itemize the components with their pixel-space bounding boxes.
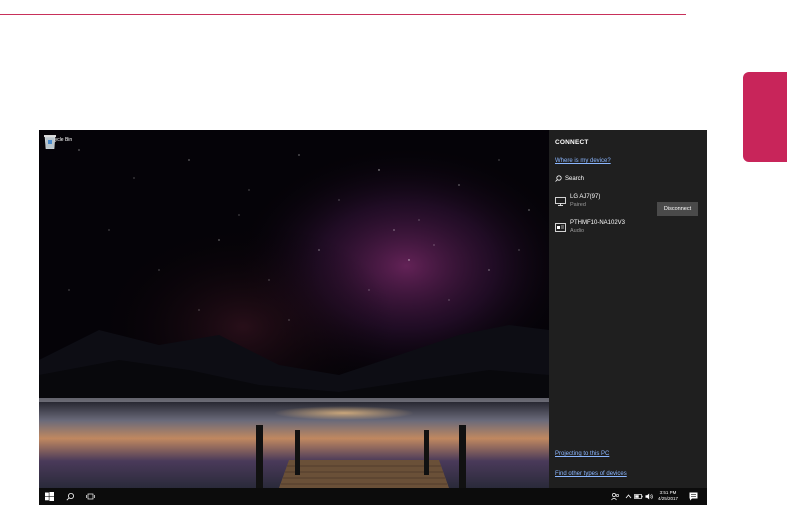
task-view-icon[interactable] bbox=[86, 492, 95, 501]
device-name: PTHMF10-NA102V3 bbox=[570, 220, 626, 226]
disconnect-button[interactable]: Disconnect bbox=[657, 202, 698, 216]
device-status: Paired bbox=[570, 202, 586, 208]
desktop-wallpaper: Recycle Bin bbox=[39, 130, 549, 488]
windows-start-icon[interactable] bbox=[45, 492, 54, 501]
action-center-icon[interactable] bbox=[689, 492, 698, 501]
connect-title: CONNECT bbox=[555, 139, 589, 146]
monitor-icon bbox=[555, 197, 566, 206]
device-status: Audio bbox=[570, 228, 585, 234]
clock-date: 4/25/2017 bbox=[658, 496, 679, 501]
audio-device-icon bbox=[555, 223, 566, 232]
where-is-my-device-link[interactable]: Where is my device? bbox=[555, 158, 611, 164]
recycle-bin[interactable]: Recycle Bin bbox=[43, 134, 75, 149]
chevron-up-icon[interactable] bbox=[624, 492, 633, 501]
people-icon[interactable] bbox=[611, 492, 620, 501]
chapter-tab bbox=[743, 72, 787, 162]
taskbar-clock[interactable]: 3:51 PM 4/25/2017 bbox=[658, 490, 678, 502]
header-rule bbox=[0, 14, 686, 15]
projecting-to-this-pc-link[interactable]: Projecting to this PC bbox=[555, 451, 609, 457]
connect-panel: CONNECT Where is my device? Search LG AJ… bbox=[549, 130, 707, 488]
taskbar: 3:51 PM 4/25/2017 bbox=[39, 488, 707, 505]
device-item[interactable]: PTHMF10-NA102V3 Audio bbox=[555, 220, 705, 242]
battery-icon[interactable] bbox=[634, 492, 643, 501]
search-button[interactable]: Search bbox=[555, 175, 584, 182]
search-icon bbox=[555, 175, 562, 182]
search-label: Search bbox=[565, 175, 585, 182]
volume-icon[interactable] bbox=[645, 492, 654, 501]
device-name: LG AJ7(97) bbox=[570, 194, 601, 200]
find-other-devices-link[interactable]: Find other types of devices bbox=[555, 471, 627, 477]
windows-screenshot: Recycle Bin CONNECT Where is my device? … bbox=[39, 130, 707, 505]
cortana-search-icon[interactable] bbox=[66, 492, 75, 501]
recycle-bin-icon bbox=[44, 135, 56, 149]
wallpaper-image bbox=[39, 130, 549, 488]
